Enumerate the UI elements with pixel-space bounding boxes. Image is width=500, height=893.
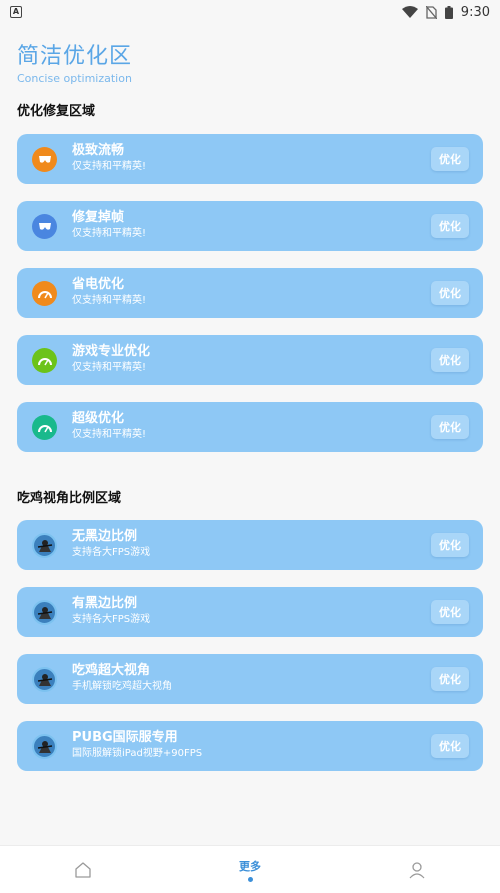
glasses-icon (32, 214, 57, 239)
list-item-super-optimization[interactable]: 超级优化 仅支持和平精英! 优化 (17, 402, 483, 452)
pubg-character-icon (32, 533, 57, 558)
list-item-with-black-border[interactable]: 有黑边比例 支持各大FPS游戏 优化 (17, 587, 483, 637)
section-title-optimization: 优化修复区域 (17, 104, 96, 119)
nav-more-label: 更多 (239, 860, 261, 873)
list-item-extreme-smooth[interactable]: 极致流畅 仅支持和平精英! 优化 (17, 134, 483, 184)
page-header: 简洁优化区 Concise optimization (17, 38, 132, 85)
item-title: 修复掉帧 (72, 210, 125, 225)
item-subtitle: 手机解锁吃鸡超大视角 (72, 681, 172, 692)
pubg-character-icon (32, 600, 57, 625)
item-subtitle: 支持各大FPS游戏 (72, 614, 151, 625)
item-title: 吃鸡超大视角 (72, 663, 151, 678)
optimize-button[interactable]: 优化 (431, 348, 469, 372)
gauge-icon (32, 281, 57, 306)
gauge-icon (32, 415, 57, 440)
optimize-button[interactable]: 优化 (431, 600, 469, 624)
optimize-button[interactable]: 优化 (431, 533, 469, 557)
nav-more[interactable]: 更多 (227, 846, 273, 893)
optimize-button[interactable]: 优化 (431, 214, 469, 238)
item-title: PUBG国际服专用 (72, 730, 178, 745)
optimize-button[interactable]: 优化 (431, 667, 469, 691)
section-title-view-ratio: 吃鸡视角比例区域 (17, 491, 122, 506)
list-item-pro-game-optimization[interactable]: 游戏专业优化 仅支持和平精英! 优化 (17, 335, 483, 385)
page-subtitle: Concise optimization (17, 72, 132, 85)
wifi-icon (401, 6, 418, 18)
bottom-navigation: 更多 (0, 845, 500, 893)
battery-icon (444, 5, 453, 19)
item-title: 超级优化 (72, 411, 125, 426)
item-subtitle: 仅支持和平精英! (72, 228, 147, 239)
item-subtitle: 支持各大FPS游戏 (72, 547, 151, 558)
nav-home[interactable] (60, 846, 106, 893)
list-item-no-black-border[interactable]: 无黑边比例 支持各大FPS游戏 优化 (17, 520, 483, 570)
item-title: 有黑边比例 (72, 596, 138, 611)
item-title: 无黑边比例 (72, 529, 138, 544)
item-subtitle: 国际服解锁iPad视野+90FPS (72, 748, 203, 759)
optimize-button[interactable]: 优化 (431, 415, 469, 439)
status-bar: A 9:30 (0, 0, 500, 24)
home-icon (75, 862, 91, 878)
list-item-super-wide-view[interactable]: 吃鸡超大视角 手机解锁吃鸡超大视角 优化 (17, 654, 483, 704)
list-item-fix-frame-drop[interactable]: 修复掉帧 仅支持和平精英! 优化 (17, 201, 483, 251)
item-title: 游戏专业优化 (72, 344, 151, 359)
optimize-button[interactable]: 优化 (431, 281, 469, 305)
page-title: 简洁优化区 (17, 44, 133, 69)
item-title: 极致流畅 (72, 143, 125, 158)
user-icon (409, 862, 425, 879)
notification-a-icon: A (10, 6, 22, 18)
list-item-power-saving[interactable]: 省电优化 仅支持和平精英! 优化 (17, 268, 483, 318)
nav-profile[interactable] (394, 846, 440, 893)
pubg-character-icon (32, 667, 57, 692)
item-subtitle: 仅支持和平精英! (72, 161, 147, 172)
optimize-button[interactable]: 优化 (431, 734, 469, 758)
active-indicator-dot (247, 877, 253, 882)
glasses-icon (32, 147, 57, 172)
clock-time: 9:30 (460, 4, 490, 20)
gauge-icon (32, 348, 57, 373)
item-subtitle: 仅支持和平精英! (72, 429, 147, 440)
item-subtitle: 仅支持和平精英! (72, 362, 147, 373)
list-item-pubg-international[interactable]: PUBG国际服专用 国际服解锁iPad视野+90FPS 优化 (17, 721, 483, 771)
no-sim-icon (425, 5, 437, 19)
item-title: 省电优化 (72, 277, 125, 292)
item-subtitle: 仅支持和平精英! (72, 295, 147, 306)
optimize-button[interactable]: 优化 (431, 147, 469, 171)
pubg-character-icon (32, 734, 57, 759)
